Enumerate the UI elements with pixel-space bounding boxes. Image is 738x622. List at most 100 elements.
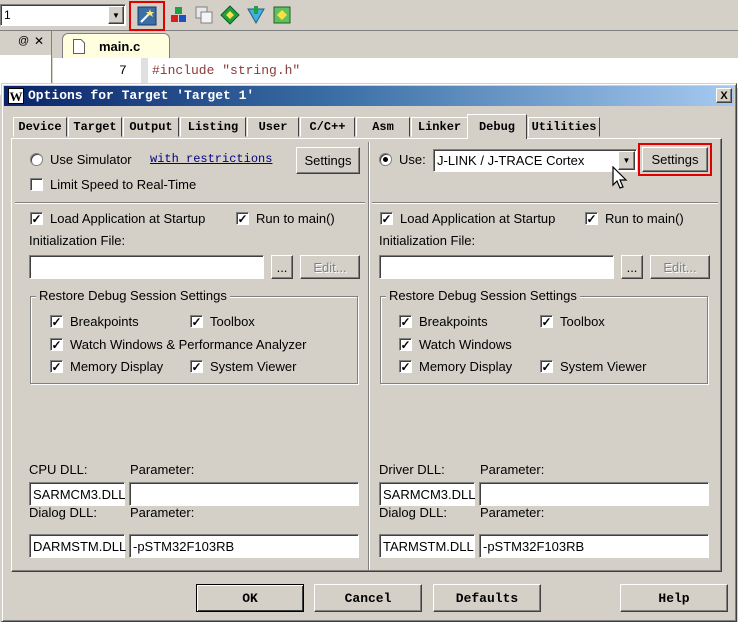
dialog-close-button[interactable]: X (716, 88, 732, 103)
debugger-settings-button[interactable]: Settings (642, 147, 708, 172)
tab-label: Debug (478, 120, 515, 134)
init-file-browse-button-right[interactable]: ... (621, 255, 643, 279)
driver-dll-label: Driver DLL: (379, 462, 445, 477)
init-file-edit-button-right[interactable]: Edit... (650, 255, 710, 279)
mouse-cursor-icon (612, 166, 628, 189)
check-icon: ✓ (541, 359, 552, 374)
copy-icon[interactable] (194, 5, 214, 25)
dialog-param-label-right: Parameter: (480, 505, 545, 520)
close-icon: X (720, 89, 728, 102)
system-viewer-checkbox-right[interactable]: ✓ (540, 360, 553, 373)
tab-label: Asm (372, 120, 394, 134)
init-file-label: Initialization File: (29, 233, 126, 248)
toolbox-checkbox[interactable]: ✓ (190, 315, 203, 328)
combo-arrow-icon[interactable]: ▼ (108, 6, 124, 24)
init-file-edit-button[interactable]: Edit... (300, 255, 360, 279)
options-for-target-button[interactable] (129, 1, 165, 31)
check-icon: ✓ (400, 337, 411, 352)
line-number: 7 (119, 63, 127, 78)
tab-listing[interactable]: Listing (180, 117, 246, 137)
tab-label: Output (129, 120, 173, 134)
run-to-main-label-right: Run to main() (605, 211, 684, 226)
cpu-dll-input[interactable]: SARMCM3.DLL (29, 482, 125, 506)
simulator-settings-button[interactable]: Settings (296, 147, 360, 174)
memory-display-label-right: Memory Display (419, 359, 513, 374)
help-button[interactable]: Help (620, 584, 728, 612)
check-icon: ✓ (51, 359, 62, 374)
debugger-select[interactable]: J-LINK / J-TRACE Cortex ▼ (433, 149, 637, 172)
restore-group-label: Restore Debug Session Settings (36, 288, 230, 304)
target-combo-value: 1 (4, 8, 11, 22)
button-label: ... (626, 259, 638, 275)
tab-debug[interactable]: Debug (467, 114, 527, 139)
pane-close-icon[interactable]: ✕ (34, 34, 44, 48)
breakpoints-checkbox[interactable]: ✓ (50, 315, 63, 328)
dialog-param-input[interactable]: -pSTM32F103RB (129, 534, 359, 558)
driver-dll-input[interactable]: SARMCM3.DLL (379, 482, 475, 506)
check-icon: ✓ (400, 314, 411, 329)
check-icon: ✓ (541, 314, 552, 329)
limit-speed-checkbox[interactable] (30, 178, 43, 191)
limit-speed-label: Limit Speed to Real-Time (50, 177, 197, 192)
tab-target[interactable]: Target (68, 117, 122, 137)
pin-icon[interactable]: @ (18, 35, 29, 47)
driver-param-input[interactable] (479, 482, 709, 506)
editor-tab-main-c[interactable]: main.c (62, 33, 170, 59)
system-viewer-checkbox[interactable]: ✓ (190, 360, 203, 373)
check-icon: ✓ (31, 211, 42, 226)
check-icon: ✓ (381, 211, 392, 226)
init-file-browse-button[interactable]: ... (271, 255, 293, 279)
toolbox-checkbox-right[interactable]: ✓ (540, 315, 553, 328)
breakpoints-checkbox-right[interactable]: ✓ (399, 315, 412, 328)
check-icon: ✓ (191, 359, 202, 374)
watch-windows-checkbox[interactable]: ✓ (50, 338, 63, 351)
run-to-main-checkbox[interactable]: ✓ (236, 212, 249, 225)
components-icon[interactable] (169, 5, 189, 25)
dialog-param-input-right[interactable]: -pSTM32F103RB (479, 534, 709, 558)
cpu-param-input[interactable] (129, 482, 359, 506)
button-label: ... (276, 259, 288, 275)
input-value: SARMCM3.DLL (33, 486, 126, 502)
init-file-input[interactable] (29, 255, 264, 279)
watch-windows-label: Watch Windows & Performance Analyzer (70, 337, 307, 352)
use-simulator-radio[interactable] (30, 153, 43, 166)
tab-user[interactable]: User (247, 117, 299, 137)
diamond-icon[interactable] (220, 5, 240, 25)
dialog-dll-input-right[interactable]: TARMSTM.DLL (379, 534, 475, 558)
load-app-checkbox[interactable]: ✓ (30, 212, 43, 225)
init-file-input-right[interactable] (379, 255, 614, 279)
button-label: Defaults (455, 590, 519, 606)
use-debugger-radio[interactable] (379, 153, 392, 166)
cancel-button[interactable]: Cancel (314, 584, 422, 612)
target-combo[interactable]: 1 ▼ (0, 4, 126, 26)
tab-utilities[interactable]: Utilities (528, 117, 600, 137)
toolbox-label: Toolbox (210, 314, 255, 329)
dialog-dll-label-right: Dialog DLL: (379, 505, 447, 520)
run-to-main-label: Run to main() (256, 211, 335, 226)
dialog-dll-input[interactable]: DARMSTM.DLL (29, 534, 126, 558)
with-restrictions-link[interactable]: with restrictions (150, 151, 272, 167)
button-label: Edit... (313, 259, 347, 275)
button-label: Help (658, 590, 690, 606)
breakpoints-label: Breakpoints (70, 314, 139, 329)
cpu-dll-label: CPU DLL: (29, 462, 88, 477)
pack-installer-icon[interactable] (246, 5, 266, 25)
use-simulator-label: Use Simulator (50, 152, 132, 167)
tab-label: C/C++ (309, 120, 346, 134)
watch-windows-checkbox-right[interactable]: ✓ (399, 338, 412, 351)
memory-display-checkbox-right[interactable]: ✓ (399, 360, 412, 373)
run-to-main-checkbox-right[interactable]: ✓ (585, 212, 598, 225)
tab-asm[interactable]: Asm (356, 117, 410, 137)
manage-packs-icon[interactable] (272, 5, 292, 25)
dialog-param-label: Parameter: (130, 505, 195, 520)
magic-wand-icon (137, 6, 157, 26)
tab-label: Linker (417, 120, 462, 134)
load-app-checkbox-right[interactable]: ✓ (380, 212, 393, 225)
ok-button[interactable]: OK (196, 584, 304, 612)
defaults-button[interactable]: Defaults (433, 584, 541, 612)
tab-linker[interactable]: Linker (411, 117, 468, 137)
memory-display-checkbox[interactable]: ✓ (50, 360, 63, 373)
tab-output[interactable]: Output (123, 117, 179, 137)
tab-device[interactable]: Device (13, 117, 67, 137)
tab-c-cpp[interactable]: C/C++ (300, 117, 355, 137)
